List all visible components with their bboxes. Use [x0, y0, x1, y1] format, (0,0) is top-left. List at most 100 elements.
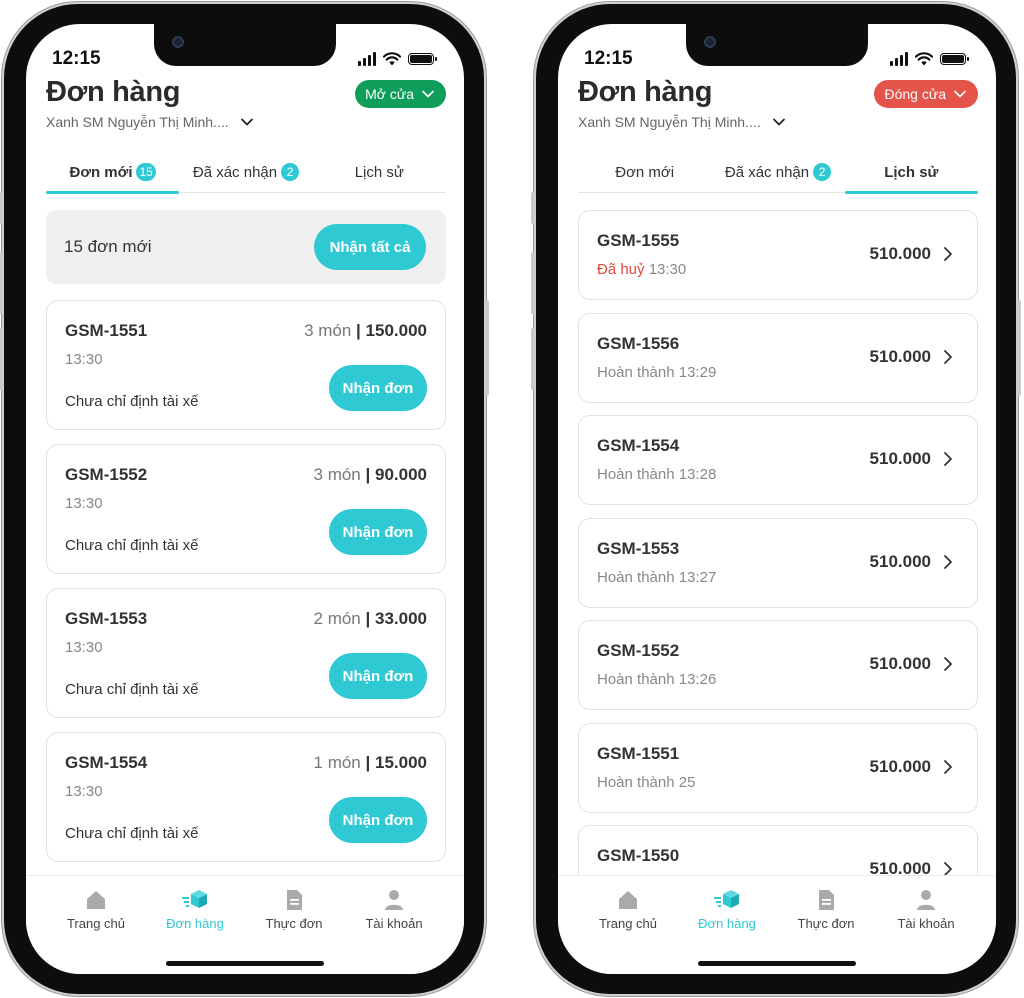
nav-label: Tài khoản	[897, 916, 955, 931]
order-id: GSM-1556	[597, 334, 680, 353]
accept-order-button[interactable]: Nhận đơn	[329, 797, 427, 843]
tab-confirmed[interactable]: Đã xác nhận 2	[179, 152, 312, 192]
accept-order-button[interactable]: Nhận đơn	[329, 653, 427, 699]
nav-label: Thực đơn	[265, 916, 323, 931]
tab-label: Đơn mới	[615, 163, 675, 181]
tab-history[interactable]: Lịch sử	[844, 152, 979, 194]
nav-label: Trang chủ	[66, 916, 126, 931]
order-tabs: Đơn mới 15 Đã xác nhận 2 Lịch sử	[46, 152, 446, 194]
accept-order-button[interactable]: Nhận đơn	[329, 509, 427, 555]
chevron-right-icon	[944, 452, 952, 466]
accept-order-button[interactable]: Nhận đơn	[329, 365, 427, 411]
mute-switch	[0, 192, 3, 224]
notch	[154, 24, 336, 66]
tab-new-orders[interactable]: Đơn mới 15	[46, 152, 180, 194]
bottom-nav: Trang chủ Đơn hàng Thực đơn Tài khoản	[26, 875, 464, 974]
tab-label: Lịch sử	[884, 163, 939, 181]
nav-account[interactable]: Tài khoản	[344, 888, 444, 931]
home-indicator[interactable]	[166, 961, 324, 966]
camera-icon	[172, 36, 184, 48]
chevron-down-icon	[422, 90, 434, 98]
chevron-down-icon	[240, 118, 253, 126]
tab-history[interactable]: Lịch sử	[313, 152, 446, 192]
tab-label: Lịch sử	[354, 163, 404, 181]
chevron-right-icon	[944, 350, 952, 364]
store-open-toggle[interactable]: Đóng cửa	[874, 80, 978, 108]
chevron-right-icon	[944, 555, 952, 569]
history-row[interactable]: GSM-1552 Hoàn thành 13:26 510.000	[578, 620, 978, 710]
tab-label: Đã xác nhận	[724, 163, 810, 181]
history-row[interactable]: GSM-1556 Hoàn thành 13:29 510.000	[578, 313, 978, 403]
order-id: GSM-1551	[597, 744, 680, 763]
chevron-right-icon	[944, 657, 952, 671]
order-id: GSM-1551	[65, 321, 148, 340]
nav-label: Đơn hàng	[166, 916, 224, 931]
nav-menu[interactable]: Thực đơn	[776, 888, 876, 931]
home-indicator[interactable]	[698, 961, 856, 966]
tab-new-orders[interactable]: Đơn mới	[578, 152, 711, 192]
history-row[interactable]: GSM-1551 Hoàn thành 25 510.000	[578, 723, 978, 813]
screen-left: 12:15 Đơn hàng Xanh SM Nguyễn Thị Minh..…	[26, 24, 464, 974]
order-qty-price: 1 món | 15.000	[313, 753, 427, 772]
order-amount: 510.000	[869, 552, 931, 571]
order-time: 13:30	[65, 351, 103, 368]
chevron-down-icon	[772, 118, 785, 126]
page-title: Đơn hàng	[578, 76, 713, 108]
phone-frame-right: 12:15 Đơn hàng Xanh SM Nguyễn Thị Minh..…	[531, 4, 1021, 994]
driver-status: Chưa chỉ định tài xế	[65, 681, 199, 698]
battery-icon	[940, 53, 969, 65]
battery-icon	[408, 53, 437, 65]
order-status-time: Đã huỷ 13:30	[597, 261, 687, 278]
page-title: Đơn hàng	[46, 76, 181, 108]
order-id: GSM-1555	[597, 231, 680, 250]
wifi-icon	[383, 52, 401, 66]
store-selector[interactable]: Xanh SM Nguyễn Thị Minh....	[578, 114, 785, 130]
order-status-time: Hoàn thành 13:29	[597, 364, 717, 381]
cellular-signal-icon	[890, 52, 908, 66]
store-name: Xanh SM Nguyễn Thị Minh....	[46, 114, 229, 130]
nav-account[interactable]: Tài khoản	[876, 888, 976, 931]
cancelled-status: Đã huỷ	[597, 261, 645, 278]
order-qty-price: 3 món | 150.000	[304, 321, 427, 340]
order-amount: 510.000	[869, 347, 931, 366]
order-id: GSM-1553	[597, 539, 680, 558]
order-amount: 510.000	[869, 244, 931, 263]
status-time: 12:15	[52, 48, 101, 69]
order-id: GSM-1553	[65, 609, 148, 628]
nav-home[interactable]: Trang chủ	[46, 888, 146, 931]
store-open-toggle[interactable]: Mở cửa	[355, 80, 446, 108]
document-icon	[287, 890, 302, 910]
nav-orders[interactable]: Đơn hàng	[677, 888, 777, 931]
nav-menu[interactable]: Thực đơn	[244, 888, 344, 931]
driver-status: Chưa chỉ định tài xế	[65, 393, 199, 410]
order-card[interactable]: GSM-1551 3 món | 150.000 13:30 Chưa chỉ …	[46, 300, 446, 430]
order-tabs: Đơn mới Đã xác nhận 2 Lịch sử	[578, 152, 979, 194]
user-icon	[385, 890, 403, 910]
volume-up-button	[531, 252, 535, 314]
nav-home[interactable]: Trang chủ	[578, 888, 678, 931]
history-row[interactable]: GSM-1553 Hoàn thành 13:27 510.000	[578, 518, 978, 608]
order-time: 13:30	[65, 783, 103, 800]
chevron-down-icon	[954, 90, 966, 98]
store-status-label: Đóng cửa	[884, 86, 946, 102]
volume-down-button	[0, 328, 3, 390]
order-id: GSM-1554	[65, 753, 148, 772]
nav-label: Thực đơn	[797, 916, 855, 931]
nav-orders[interactable]: Đơn hàng	[145, 888, 245, 931]
order-id: GSM-1552	[597, 641, 680, 660]
mute-switch	[531, 192, 535, 224]
history-row[interactable]: GSM-1555 Đã huỷ 13:30 510.000	[578, 210, 978, 300]
order-card[interactable]: GSM-1554 1 món | 15.000 13:30 Chưa chỉ đ…	[46, 732, 446, 862]
store-selector[interactable]: Xanh SM Nguyễn Thị Minh....	[46, 114, 253, 130]
chevron-right-icon	[944, 760, 952, 774]
order-time: 13:30	[65, 639, 103, 656]
power-button	[485, 300, 489, 396]
order-amount: 510.000	[869, 449, 931, 468]
store-name: Xanh SM Nguyễn Thị Minh....	[578, 114, 761, 130]
order-card[interactable]: GSM-1553 2 món | 33.000 13:30 Chưa chỉ đ…	[46, 588, 446, 718]
accept-all-button[interactable]: Nhận tất cả	[314, 224, 426, 270]
tab-confirmed[interactable]: Đã xác nhận 2	[711, 152, 844, 192]
count-badge: 2	[813, 163, 832, 181]
order-card[interactable]: GSM-1552 3 món | 90.000 13:30 Chưa chỉ đ…	[46, 444, 446, 574]
history-row[interactable]: GSM-1554 Hoàn thành 13:28 510.000	[578, 415, 978, 505]
